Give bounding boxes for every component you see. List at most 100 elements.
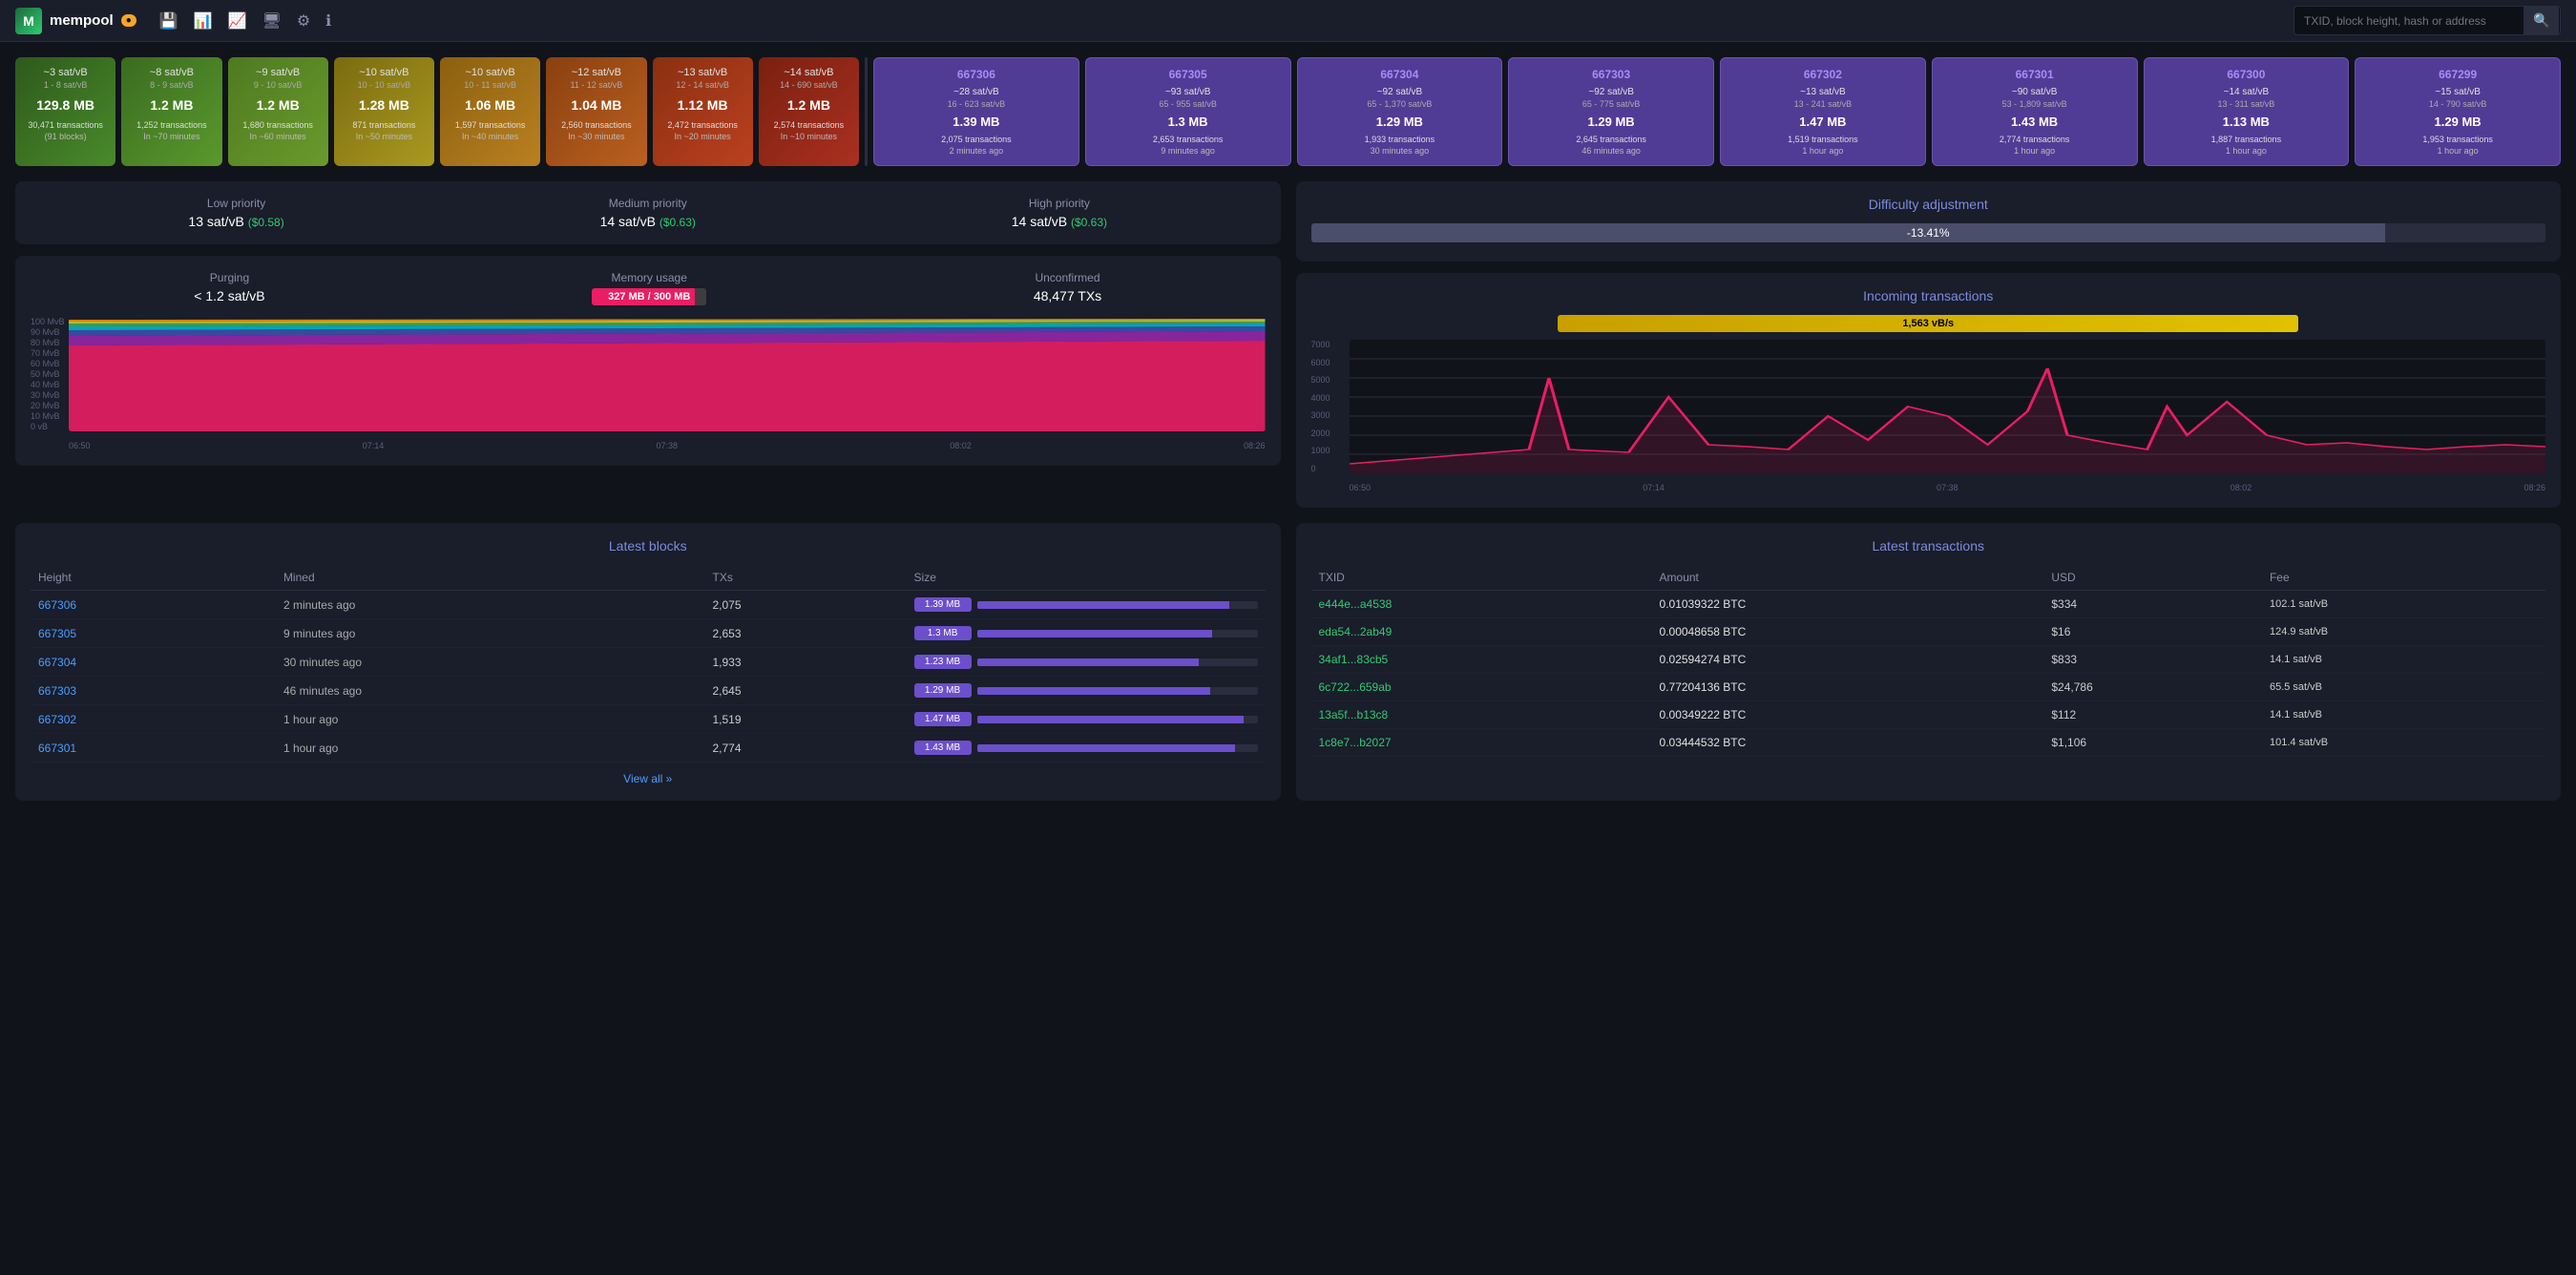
cblock-size: 1.3 MB — [1094, 115, 1283, 129]
mempool-stats: Purging < 1.2 sat/vB Memory usage 327 MB… — [31, 271, 1266, 305]
mempool-block-3[interactable]: ~10 sat/vB 10 - 10 sat/vB 1.28 MB 871 tr… — [334, 57, 434, 166]
confirmed-blocks: 667306 ~28 sat/vB 16 - 623 sat/vB 1.39 M… — [873, 57, 2561, 166]
cblock-range: 65 - 955 sat/vB — [1094, 99, 1283, 109]
latest-txs-panel: Latest transactions TXID Amount USD Fee … — [1296, 523, 2562, 801]
col-txs: TXs — [705, 565, 907, 591]
confirmed-block-7[interactable]: 667299 ~15 sat/vB 14 - 790 sat/vB 1.29 M… — [2355, 57, 2561, 166]
mempool-chart-canvas — [69, 317, 1266, 431]
table-row: 667301 1 hour ago 2,774 1.43 MB — [31, 734, 1266, 763]
mblock-sat: ~13 sat/vB — [660, 67, 745, 78]
nav-badge: ● — [121, 14, 136, 27]
block-size: 1.3 MB — [907, 619, 1266, 648]
tx-usd: $24,786 — [2043, 674, 2262, 701]
mempool-block-2[interactable]: ~9 sat/vB 9 - 10 sat/vB 1.2 MB 1,680 tra… — [228, 57, 328, 166]
block-height-link[interactable]: 667305 — [31, 619, 276, 648]
confirmed-block-1[interactable]: 667305 ~93 sat/vB 65 - 955 sat/vB 1.3 MB… — [1085, 57, 1291, 166]
confirmed-block-3[interactable]: 667303 ~92 sat/vB 65 - 775 sat/vB 1.29 M… — [1508, 57, 1714, 166]
tx-id[interactable]: eda54...2ab49 — [1311, 618, 1652, 646]
block-height-link[interactable]: 667304 — [31, 648, 276, 677]
cblock-sat: ~13 sat/vB — [1728, 87, 1917, 97]
mblock-time: (91 blocks) — [23, 132, 108, 141]
incoming-speed: 1,563 vB/s — [1558, 315, 2298, 332]
logo-icon: M — [15, 8, 42, 34]
logo-text: mempool — [50, 12, 114, 29]
tx-amount: 0.03444532 BTC — [1652, 729, 2044, 757]
table-row: eda54...2ab49 0.00048658 BTC $16 124.9 s… — [1311, 618, 2546, 646]
table-row: 6c722...659ab 0.77204136 BTC $24,786 65.… — [1311, 674, 2546, 701]
chart-x-labels: 06:50 07:14 07:38 08:02 08:26 — [69, 441, 1266, 450]
confirmed-block-2[interactable]: 667304 ~92 sat/vB 65 - 1,370 sat/vB 1.29… — [1297, 57, 1503, 166]
tx-id[interactable]: 1c8e7...b2027 — [1311, 729, 1652, 757]
fee-low-usd: ($0.58) — [248, 216, 284, 229]
block-height-link[interactable]: 667303 — [31, 677, 276, 705]
confirmed-block-6[interactable]: 667300 ~14 sat/vB 13 - 311 sat/vB 1.13 M… — [2144, 57, 2350, 166]
tx-id[interactable]: 34af1...83cb5 — [1311, 646, 1652, 674]
nav-icon-wallet[interactable]: 💾 — [159, 11, 178, 31]
fee-row: Low priority 13 sat/vB ($0.58) Medium pr… — [31, 197, 1266, 229]
difficulty-pct: -13.41% — [1907, 226, 1950, 240]
panels-grid: Low priority 13 sat/vB ($0.58) Medium pr… — [15, 181, 2561, 508]
nav-icon-info[interactable]: ℹ — [325, 11, 331, 31]
view-all-blocks[interactable]: View all » — [31, 772, 1266, 785]
nav-icon-chart[interactable]: 📈 — [228, 11, 247, 31]
cblock-range: 13 - 311 sat/vB — [2152, 99, 2341, 109]
nav-icon-monitor[interactable]: 🖥 — [262, 11, 282, 31]
mblock-size: 1.06 MB — [448, 97, 533, 113]
mblock-size: 1.12 MB — [660, 97, 745, 113]
block-txs: 2,774 — [705, 734, 907, 763]
tx-usd: $334 — [2043, 591, 2262, 618]
mblock-size: 1.2 MB — [236, 97, 321, 113]
search-button[interactable]: 🔍 — [2524, 7, 2559, 34]
mempool-block-6[interactable]: ~13 sat/vB 12 - 14 sat/vB 1.12 MB 2,472 … — [653, 57, 753, 166]
logo[interactable]: M mempool ● — [15, 8, 136, 34]
mempool-block-5[interactable]: ~12 sat/vB 11 - 12 sat/vB 1.04 MB 2,560 … — [546, 57, 646, 166]
incoming-title: Incoming transactions — [1311, 288, 2546, 303]
mempool-block-7[interactable]: ~14 sat/vB 14 - 690 sat/vB 1.2 MB 2,574 … — [759, 57, 859, 166]
cblock-time: 46 minutes ago — [1517, 146, 1706, 156]
mblock-time: In ~60 minutes — [236, 132, 321, 141]
cblock-sat: ~28 sat/vB — [882, 87, 1071, 97]
tx-id[interactable]: 13a5f...b13c8 — [1311, 701, 1652, 729]
mblock-txs: 1,252 transactions — [129, 120, 214, 130]
mempool-block-0[interactable]: ~3 sat/vB 1 - 8 sat/vB 129.8 MB 30,471 t… — [15, 57, 115, 166]
mblock-sat: ~10 sat/vB — [342, 67, 427, 78]
mempool-block-4[interactable]: ~10 sat/vB 10 - 11 sat/vB 1.06 MB 1,597 … — [440, 57, 540, 166]
mempool-svg — [69, 317, 1266, 431]
incoming-x-labels: 06:50 07:14 07:38 08:02 08:26 — [1350, 483, 2546, 492]
fee-panel: Low priority 13 sat/vB ($0.58) Medium pr… — [15, 181, 1281, 244]
search-input[interactable] — [2294, 9, 2524, 33]
nav-icon-network[interactable]: ⚙ — [297, 11, 310, 31]
cblock-number: 667301 — [1940, 68, 2129, 81]
confirmed-block-0[interactable]: 667306 ~28 sat/vB 16 - 623 sat/vB 1.39 M… — [873, 57, 1079, 166]
cblock-number: 667302 — [1728, 68, 1917, 81]
confirmed-block-4[interactable]: 667302 ~13 sat/vB 13 - 241 sat/vB 1.47 M… — [1720, 57, 1926, 166]
tx-id[interactable]: 6c722...659ab — [1311, 674, 1652, 701]
cblock-range: 16 - 623 sat/vB — [882, 99, 1071, 109]
mblock-txs: 871 transactions — [342, 120, 427, 130]
block-txs: 2,075 — [705, 591, 907, 619]
cblock-time: 1 hour ago — [2363, 146, 2552, 156]
mblock-sat: ~12 sat/vB — [554, 67, 639, 78]
mblock-sat: ~14 sat/vB — [766, 67, 851, 78]
mblock-range: 10 - 10 sat/vB — [342, 80, 427, 90]
chart-y-labels: 100 MvB 90 MvB 80 MvB 70 MvB 60 MvB 50 M… — [31, 317, 69, 431]
block-height-link[interactable]: 667306 — [31, 591, 276, 619]
mempool-block-1[interactable]: ~8 sat/vB 8 - 9 sat/vB 1.2 MB 1,252 tran… — [121, 57, 221, 166]
cblock-size: 1.39 MB — [882, 115, 1071, 129]
fee-high-val: 14 sat/vB ($0.63) — [1012, 214, 1107, 229]
confirmed-block-5[interactable]: 667301 ~90 sat/vB 53 - 1,809 sat/vB 1.43… — [1932, 57, 2138, 166]
cblock-size: 1.43 MB — [1940, 115, 2129, 129]
blocks-divider — [865, 57, 868, 166]
nav-icon-stats[interactable]: 📊 — [194, 11, 213, 31]
block-height-link[interactable]: 667302 — [31, 705, 276, 734]
table-row: 667305 9 minutes ago 2,653 1.3 MB — [31, 619, 1266, 648]
block-height-link[interactable]: 667301 — [31, 734, 276, 763]
col-amount: Amount — [1652, 565, 2044, 591]
block-txs: 1,933 — [705, 648, 907, 677]
incoming-y-labels: 7000 6000 5000 4000 3000 2000 1000 0 — [1311, 340, 1350, 473]
block-mined: 9 minutes ago — [276, 619, 705, 648]
block-size: 1.39 MB — [907, 591, 1266, 619]
tx-id[interactable]: e444e...a4538 — [1311, 591, 1652, 618]
mblock-txs: 2,574 transactions — [766, 120, 851, 130]
memory-bar: 327 MB / 300 MB — [592, 288, 706, 305]
